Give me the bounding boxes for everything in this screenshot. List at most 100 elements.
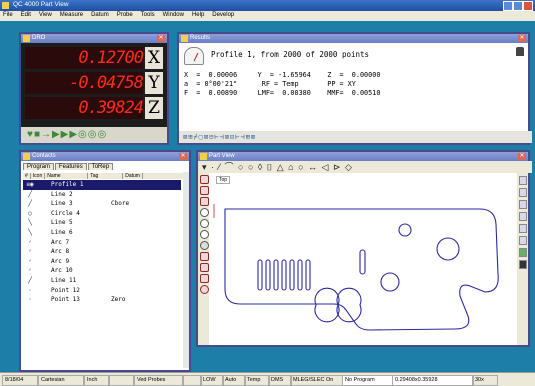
contacts-close-button[interactable]: ✕ bbox=[179, 153, 187, 160]
dro-toolbar-icons[interactable]: ♥■→▶▶▶◎◎◎ bbox=[27, 129, 107, 140]
list-item[interactable]: ○ Circle 4 bbox=[23, 209, 181, 219]
feature-construct-toolbar[interactable]: ▾ · ⁄ ⌒ ○ ○ ◊ ⌷ △ ⌂ ○ ↔ ◁ ⊳ ◇ bbox=[198, 161, 532, 173]
list-item[interactable]: ╲ Line 6 bbox=[23, 228, 181, 238]
close-button[interactable] bbox=[523, 1, 533, 11]
col-name[interactable]: Name bbox=[45, 173, 89, 179]
tool-icon[interactable] bbox=[519, 200, 527, 209]
list-item[interactable]: · Point 12 bbox=[23, 286, 181, 296]
list-item[interactable]: ◜ Arc 10 bbox=[23, 266, 181, 276]
view-icon[interactable] bbox=[200, 252, 209, 261]
probe-icon[interactable] bbox=[519, 248, 527, 257]
menu-view[interactable]: View bbox=[36, 11, 55, 18]
list-item[interactable]: ◜ Arc 8 bbox=[23, 247, 181, 257]
dro-x-axis-button[interactable]: X bbox=[145, 47, 163, 69]
zoom-icon[interactable] bbox=[200, 208, 209, 217]
menu-measure[interactable]: Measure bbox=[57, 11, 86, 18]
lock-icon[interactable] bbox=[516, 47, 524, 56]
contacts-title: Contacts bbox=[32, 153, 56, 159]
gauge-icon bbox=[184, 47, 204, 65]
list-item[interactable]: ╱ Line 11 bbox=[23, 276, 181, 286]
tool-icon[interactable] bbox=[519, 212, 527, 221]
menu-tools[interactable]: Tools bbox=[138, 11, 158, 18]
tool-icon[interactable] bbox=[519, 224, 527, 233]
part-canvas[interactable]: Top bbox=[210, 174, 516, 344]
tool-icon[interactable] bbox=[519, 176, 527, 185]
cube-icon[interactable] bbox=[200, 197, 209, 206]
status-blank-1 bbox=[108, 375, 134, 386]
point-icon: · bbox=[28, 286, 32, 294]
status-program: No Program bbox=[342, 375, 394, 386]
menu-datum[interactable]: Datum bbox=[88, 11, 112, 18]
menu-file[interactable]: File bbox=[0, 11, 16, 18]
list-item[interactable]: ◜ Arc 7 bbox=[23, 238, 181, 248]
cube-icon[interactable] bbox=[200, 186, 209, 195]
col-datum[interactable]: Datum bbox=[123, 173, 143, 179]
part-drawing bbox=[213, 204, 499, 331]
menu-bar: File Edit View Measure Datum Probe Tools… bbox=[0, 11, 535, 21]
status-low[interactable]: LOW bbox=[200, 375, 224, 386]
menu-window[interactable]: Window bbox=[160, 11, 187, 18]
tool-icon[interactable] bbox=[519, 188, 527, 197]
menu-develop[interactable]: Develop bbox=[209, 11, 237, 18]
list-item[interactable]: · Point 13 Zero bbox=[23, 295, 181, 305]
list-item[interactable]: ≡◉ Profile 1 bbox=[23, 180, 181, 190]
status-probes[interactable]: Ved Probes bbox=[134, 375, 184, 386]
dro-close-button[interactable]: ✕ bbox=[157, 35, 165, 42]
partview-window-icon bbox=[200, 153, 207, 160]
list-item[interactable]: ╲ Line 5 bbox=[23, 218, 181, 228]
zoom-icon[interactable] bbox=[200, 230, 209, 239]
results-titlebar[interactable]: Results ✕ bbox=[179, 34, 528, 43]
results-line-2: a = 0°00'21" RF = Temp PP = XY bbox=[184, 80, 356, 88]
contacts-table-header: # Icon Name Tag Datum bbox=[23, 173, 185, 179]
zoom-icon[interactable] bbox=[200, 219, 209, 228]
tool-icon[interactable] bbox=[519, 236, 527, 245]
app-title: QC 4000 Part View bbox=[13, 1, 69, 8]
view-icon[interactable] bbox=[200, 263, 209, 272]
status-units[interactable]: Inch bbox=[84, 375, 110, 386]
line-icon: ╲ bbox=[28, 219, 32, 227]
tab-features[interactable]: Features bbox=[55, 163, 87, 170]
list-item[interactable]: ╱ Line 2 bbox=[23, 190, 181, 200]
menu-help[interactable]: Help bbox=[189, 11, 207, 18]
status-coord-system[interactable]: Cartesian bbox=[38, 375, 84, 386]
dro-toolbar[interactable]: ♥■→▶▶▶◎◎◎ bbox=[21, 127, 167, 143]
dro-y-axis-button[interactable]: Y bbox=[145, 72, 163, 94]
dro-z-axis-button[interactable]: Z bbox=[145, 97, 163, 119]
list-item[interactable]: ╱ Line 3 Cbore bbox=[23, 199, 181, 209]
menu-probe[interactable]: Probe bbox=[114, 11, 136, 18]
menu-edit[interactable]: Edit bbox=[18, 11, 34, 18]
partview-close-button[interactable]: ✕ bbox=[518, 153, 526, 160]
results-body: Profile 1, from 2000 of 2000 points X = … bbox=[179, 43, 532, 143]
view-icon[interactable] bbox=[200, 274, 209, 283]
point-icon: · bbox=[28, 296, 32, 304]
col-number[interactable]: # bbox=[23, 173, 31, 179]
minimize-button[interactable] bbox=[503, 1, 513, 11]
status-auto[interactable]: Auto bbox=[222, 375, 246, 386]
status-mleg[interactable]: MLEG/SLEC On bbox=[290, 375, 344, 386]
tab-program[interactable]: Program bbox=[23, 163, 55, 170]
partview-panel: Part View ✕ ▾ · ⁄ ⌒ ○ ○ ◊ ⌷ △ ⌂ ○ ↔ ◁ ⊳ … bbox=[196, 150, 532, 347]
contacts-scrollbar[interactable] bbox=[183, 172, 189, 368]
tab-torep[interactable]: ToRep bbox=[87, 163, 114, 170]
results-panel: Results ✕ Profile 1, from 2000 of 2000 p… bbox=[177, 32, 532, 145]
tool-icon[interactable] bbox=[519, 260, 527, 269]
view-tools-right bbox=[517, 173, 528, 345]
list-item[interactable]: ◜ Arc 9 bbox=[23, 257, 181, 267]
cube-icon[interactable] bbox=[200, 175, 209, 184]
results-close-button[interactable]: ✕ bbox=[518, 35, 526, 42]
status-zoom[interactable]: 30x bbox=[472, 375, 498, 386]
status-position: 0.29408x0.35928 bbox=[392, 375, 474, 386]
partview-titlebar[interactable]: Part View ✕ bbox=[198, 152, 528, 161]
dro-titlebar[interactable]: DRO ✕ bbox=[21, 34, 167, 43]
col-tag[interactable]: Tag bbox=[88, 173, 124, 179]
results-toolbar[interactable]: ⊠⊞⌿▢⊠⊟⊢⊣⊠⊡⊢⊣⊞⊠ bbox=[179, 131, 532, 143]
status-dms[interactable]: DMS bbox=[268, 375, 292, 386]
col-icon[interactable]: Icon bbox=[31, 173, 46, 179]
target-icon[interactable] bbox=[200, 285, 209, 294]
results-window-icon bbox=[181, 35, 188, 42]
contacts-titlebar[interactable]: Contacts ✕ bbox=[21, 152, 189, 161]
dro-row-x: 0.12700 X bbox=[25, 47, 163, 69]
maximize-button[interactable] bbox=[513, 1, 523, 11]
gear-icon[interactable] bbox=[200, 241, 209, 250]
status-temp[interactable]: Temp bbox=[244, 375, 270, 386]
